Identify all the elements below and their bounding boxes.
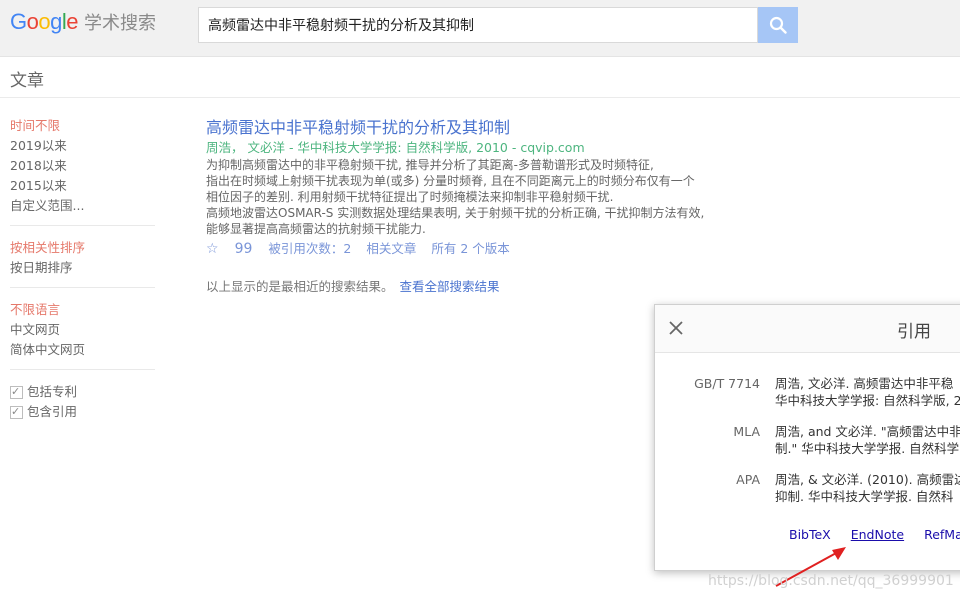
export-links: BibTeX EndNote RefMan bbox=[789, 527, 960, 542]
search-input[interactable] bbox=[199, 8, 757, 42]
search-result: 高频雷达中非平稳射频干扰的分析及其抑制 周浩， 文必洋 - 华中科技大学学报: … bbox=[206, 118, 766, 258]
include-citations-option[interactable]: 包含引用 bbox=[10, 402, 155, 422]
close-icon[interactable] bbox=[665, 317, 687, 339]
time-since-2018[interactable]: 2018以来 bbox=[10, 156, 155, 176]
citation-line: 制." 华中科技大学学报. 自然科学 bbox=[775, 441, 960, 456]
snippet-line: 为抑制高频雷达中的非平稳射频干扰, 推导并分析了其距离-多普勒谱形式及时频特征, bbox=[206, 158, 654, 172]
time-any[interactable]: 时间不限 bbox=[10, 116, 155, 136]
options-group: 包括专利 包含引用 bbox=[10, 382, 155, 431]
export-refman-link[interactable]: RefMan bbox=[924, 527, 960, 542]
logo-letter: G bbox=[10, 9, 27, 34]
search-button[interactable] bbox=[758, 7, 798, 43]
cite-format-label: MLA bbox=[733, 424, 760, 439]
snippet-line: 指出在时频域上射频干扰表现为单(或多) 分量时频脊, 且在不同距离元上的时频分布… bbox=[206, 174, 695, 188]
include-citations-label: 包含引用 bbox=[27, 404, 78, 419]
google-scholar-logo[interactable]: Google 学术搜索 bbox=[10, 8, 156, 38]
snippet-line: 相位因子的差别. 利用射频干扰特征提出了时频掩模法来抑制非平稳射频干扰. bbox=[206, 190, 614, 204]
checkbox-icon[interactable] bbox=[10, 402, 23, 422]
citation-text[interactable]: 周浩, and 文必洋. "高频雷达中非 制." 华中科技大学学报. 自然科学 bbox=[775, 423, 960, 457]
search-icon bbox=[769, 16, 787, 34]
snippet-line: 能够显著提高高频雷达的抗射频干扰能力. bbox=[206, 222, 426, 236]
view-all-results-link[interactable]: 查看全部搜索结果 bbox=[400, 279, 500, 294]
result-meta: 周浩， 文必洋 - 华中科技大学学报: 自然科学版, 2010 - cqvip.… bbox=[206, 140, 585, 155]
closest-results-text: 以上显示的是最相近的搜索结果。 bbox=[206, 279, 394, 294]
cite-quote-icon[interactable]: 99 bbox=[235, 240, 253, 258]
result-snippet: 为抑制高频雷达中的非平稳射频干扰, 推导并分析了其距离-多普勒谱形式及时频特征,… bbox=[206, 157, 766, 237]
export-bibtex-link[interactable]: BibTeX bbox=[789, 527, 831, 542]
result-actions: ☆ 99 被引用次数：2 相关文章 所有 2 个版本 bbox=[206, 240, 766, 258]
citation-line: 周浩, & 文必洋. (2010). 高频雷达 bbox=[775, 472, 960, 487]
export-endnote-link[interactable]: EndNote bbox=[851, 527, 904, 542]
sort-by-relevance[interactable]: 按相关性排序 bbox=[10, 238, 155, 258]
language-group: 不限语言 中文网页 简体中文网页 bbox=[10, 300, 155, 370]
watermark: https://blog.csdn.net/qq_36999901 bbox=[708, 573, 954, 589]
logo-letter: o bbox=[38, 9, 51, 34]
include-patents-option[interactable]: 包括专利 bbox=[10, 382, 155, 402]
citation-line: 华中科技大学学报: 自然科学版, 2 bbox=[775, 393, 960, 408]
star-icon[interactable]: ☆ bbox=[206, 240, 219, 258]
checkbox-icon[interactable] bbox=[10, 382, 23, 402]
time-filter-group: 时间不限 2019以来 2018以来 2015以来 自定义范围... bbox=[10, 116, 155, 226]
citation-line: 抑制. 华中科技大学学报. 自然科 bbox=[775, 489, 954, 504]
closest-results-note: 以上显示的是最相近的搜索结果。 查看全部搜索结果 bbox=[206, 276, 500, 295]
related-articles-link[interactable]: 相关文章 bbox=[366, 240, 416, 258]
logo-letter: g bbox=[50, 9, 62, 34]
cite-format-label: APA bbox=[736, 472, 760, 487]
include-patents-label: 包括专利 bbox=[27, 384, 78, 399]
subheader: 文章 bbox=[0, 57, 960, 98]
citation-line: 周浩, 文必洋. 高频雷达中非平稳 bbox=[775, 376, 954, 391]
snippet-line: 高频地波雷达OSMAR-S 实测数据处理结果表明, 关于射频干扰的分析正确, 干… bbox=[206, 206, 705, 220]
result-title-link[interactable]: 高频雷达中非平稳射频干扰的分析及其抑制 bbox=[206, 118, 766, 138]
citation-line: 周浩, and 文必洋. "高频雷达中非 bbox=[775, 424, 960, 439]
time-since-2019[interactable]: 2019以来 bbox=[10, 136, 155, 156]
header: Google 学术搜索 bbox=[0, 0, 960, 57]
cited-by-link[interactable]: 被引用次数：2 bbox=[268, 240, 351, 258]
search-box bbox=[198, 7, 758, 43]
time-since-2015[interactable]: 2015以来 bbox=[10, 176, 155, 196]
sort-by-date[interactable]: 按日期排序 bbox=[10, 258, 155, 278]
logo-letter: e bbox=[66, 9, 79, 34]
sidebar: 时间不限 2019以来 2018以来 2015以来 自定义范围... 按相关性排… bbox=[10, 116, 155, 443]
lang-simplified-chinese[interactable]: 简体中文网页 bbox=[10, 340, 155, 360]
citation-text[interactable]: 周浩, 文必洋. 高频雷达中非平稳 华中科技大学学报: 自然科学版, 2 bbox=[775, 375, 960, 409]
dialog-title: 引用 bbox=[897, 322, 931, 342]
logo-letter: o bbox=[26, 9, 39, 34]
cite-dialog: 引用 GB/T 7714 周浩, 文必洋. 高频雷达中非平稳 华中科技大学学报:… bbox=[654, 304, 960, 571]
logo-product-name: 学术搜索 bbox=[84, 13, 157, 34]
dialog-header: 引用 bbox=[655, 305, 960, 353]
time-custom-range[interactable]: 自定义范围... bbox=[10, 196, 155, 216]
all-versions-link[interactable]: 所有 2 个版本 bbox=[431, 240, 509, 258]
citation-text[interactable]: 周浩, & 文必洋. (2010). 高频雷达 抑制. 华中科技大学学报. 自然… bbox=[775, 471, 960, 505]
cite-format-label: GB/T 7714 bbox=[694, 376, 760, 391]
section-title: 文章 bbox=[10, 71, 44, 91]
lang-chinese-pages[interactable]: 中文网页 bbox=[10, 320, 155, 340]
lang-any[interactable]: 不限语言 bbox=[10, 300, 155, 320]
sort-group: 按相关性排序 按日期排序 bbox=[10, 238, 155, 288]
